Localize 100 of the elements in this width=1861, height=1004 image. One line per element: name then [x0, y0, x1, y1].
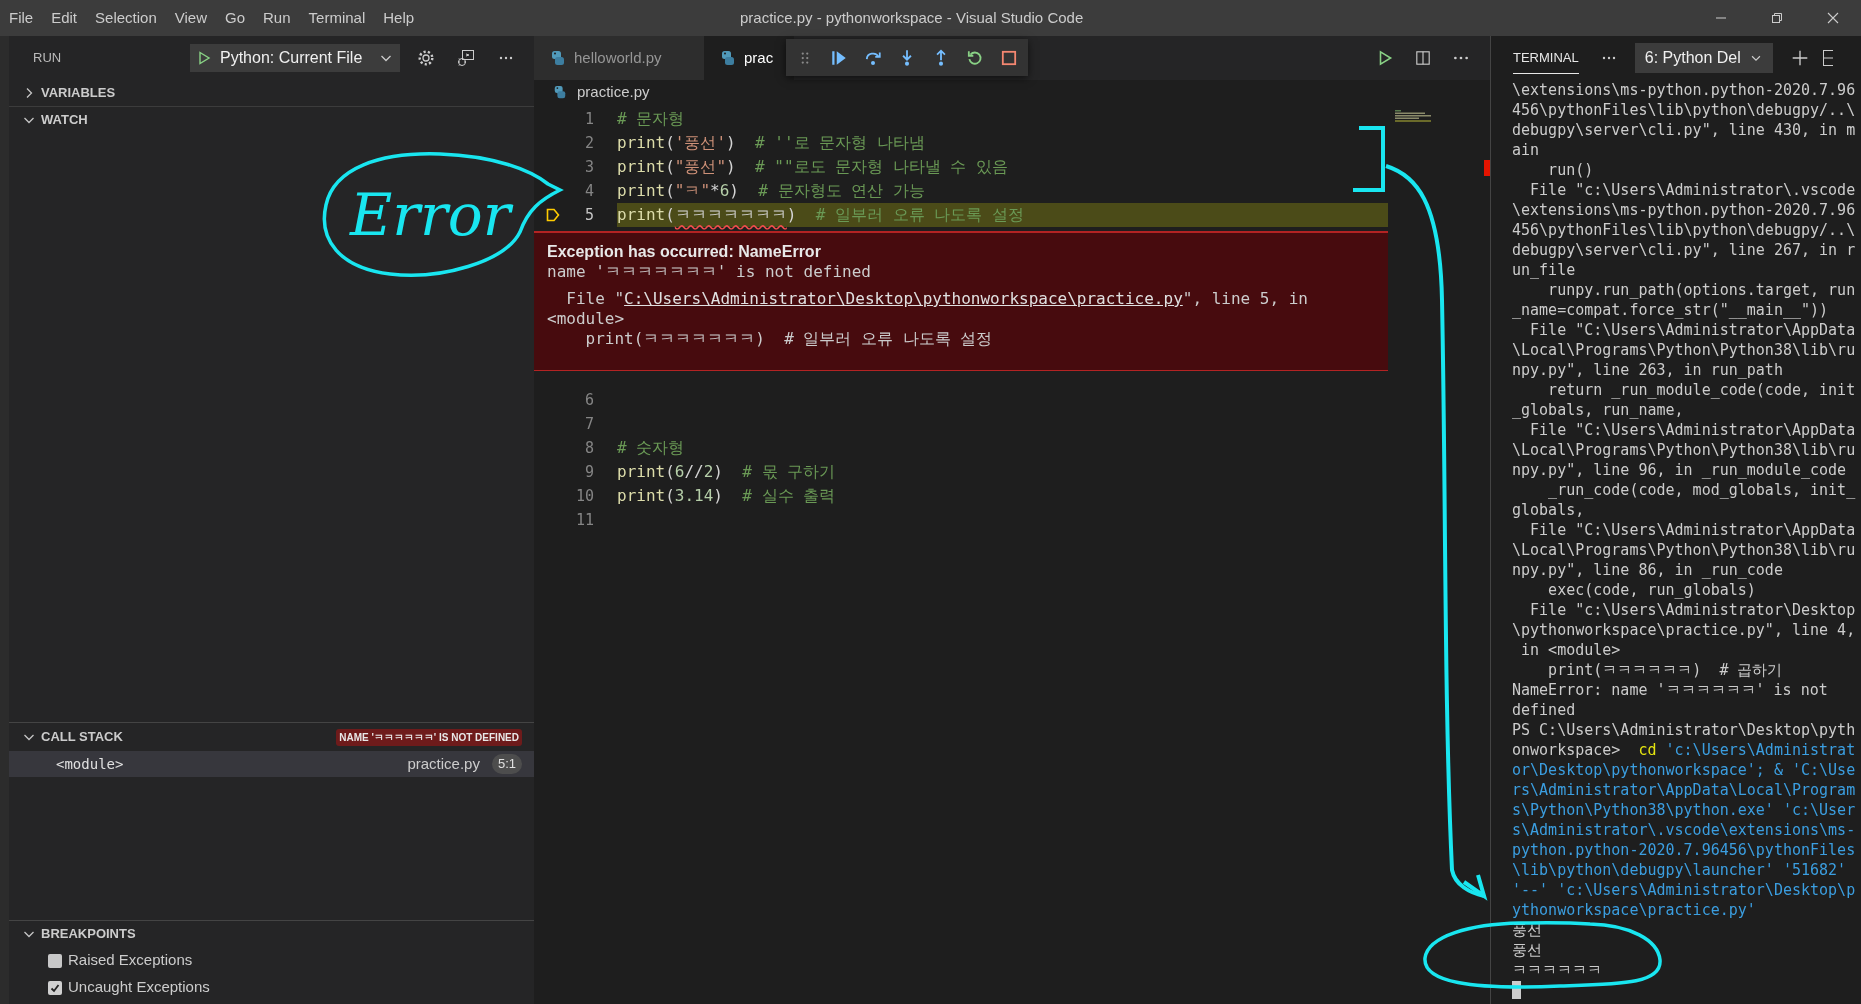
code-line: print('풍선') # ''로 문자형 나타냄 — [617, 132, 926, 154]
code-line: # 숫자형 — [617, 437, 686, 459]
window-title: practice.py - pythonworkspace - Visual Studio Code — [740, 8, 1084, 28]
section-header[interactable]: WATCH — [9, 107, 534, 133]
terminal-line: npy.py", line 263, in run_path — [1512, 360, 1784, 380]
line-number: 5 — [584, 204, 594, 226]
restore-icon[interactable] — [1769, 10, 1785, 26]
menu-item[interactable]: Terminal — [299, 0, 375, 36]
section-header[interactable]: BREAKPOINTS — [9, 921, 534, 947]
section-header[interactable]: CALL STACK NAME 'ㅋㅋㅋㅋㅋㅋ' IS NOT DEFINED — [9, 723, 534, 751]
exception-title: Exception has occurred: NameError — [547, 242, 822, 262]
play-icon[interactable] — [196, 50, 212, 66]
line-number: 1 — [584, 108, 594, 130]
terminal-line: ㅋㅋㅋㅋㅋㅋ — [1512, 960, 1603, 980]
terminal-line: 풍선 — [1512, 920, 1543, 940]
terminal-line: s\Python\Python38\python.exe' 'c:\User — [1512, 800, 1857, 820]
terminal-line: NameError: name 'ㅋㅋㅋㅋㅋㅋ' is not — [1512, 680, 1829, 700]
terminal-line: File "c:\Users\Administrator\Desktop — [1529, 600, 1857, 620]
error-marker — [1484, 160, 1490, 176]
terminal-line: defined — [1512, 700, 1577, 720]
continue-icon[interactable] — [830, 48, 848, 67]
terminal-line: '--' 'c:\Users\Administrator\Desktop\p — [1512, 880, 1857, 900]
line-number: 4 — [584, 180, 594, 202]
stack-trace-line: print(ㅋㅋㅋㅋㅋㅋㅋ) # 일부러 오류 나도록 설정 — [584, 329, 994, 349]
checkbox-label: Uncaught Exceptions — [68, 977, 210, 998]
terminal-line: \extensions\ms-python.python-2020.7.96 — [1512, 80, 1857, 100]
file-link[interactable]: C:\Users\Administrator\Desktop\pythonworkspace\practice.py — [624, 289, 1183, 308]
terminal-line: un_file — [1512, 260, 1577, 280]
terminal-line: \pythonworkspace\practice.py", line 4, — [1512, 620, 1857, 640]
line-number: 10 — [575, 485, 594, 507]
split-editor-icon[interactable] — [1414, 49, 1432, 67]
debug-console-icon[interactable] — [456, 48, 476, 68]
position-badge: 5:1 — [491, 754, 522, 774]
current-line-icon[interactable] — [545, 207, 561, 223]
line-number: 3 — [584, 156, 594, 178]
terminal-line: 456\pythonFiles\lib\python\debugpy/..\ — [1512, 220, 1857, 240]
plus-icon[interactable] — [1790, 49, 1809, 67]
menu-item[interactable]: Go — [216, 0, 254, 36]
editor-tab[interactable]: helloworld.py — [534, 36, 704, 80]
terminal-tab[interactable]: TERMINAL — [1513, 42, 1579, 74]
terminal-line: 456\pythonFiles\lib\python\debugpy/..\ — [1512, 100, 1857, 120]
terminal-line: python.python-2020.7.96456\pythonFiles — [1512, 840, 1857, 860]
editor-tab[interactable]: prac — [704, 36, 794, 80]
python-file-icon[interactable] — [720, 50, 736, 66]
stack-trace-line: File "C:\Users\Administrator\Desktop\pythonworkspace\practice.py", line 5, in — [565, 289, 1309, 309]
error-badge: NAME 'ㅋㅋㅋㅋㅋㅋ' IS NOT DEFINED — [336, 728, 522, 746]
terminal-line: globals, — [1512, 500, 1586, 520]
menu-item[interactable]: View — [165, 0, 216, 36]
stack-trace-line: <module> — [547, 309, 626, 329]
code-line: # 문자형 — [617, 108, 686, 130]
terminal-line: ain — [1512, 140, 1541, 160]
terminal-line: debugpy\server\cli.py", line 267, in r — [1512, 240, 1857, 260]
frame-file: practice.py — [407, 753, 480, 774]
checkbox[interactable] — [48, 980, 62, 995]
terminal-line: \extensions\ms-python.python-2020.7.96 — [1512, 200, 1857, 220]
line-number: 8 — [584, 437, 594, 459]
terminal-dropdown[interactable]: 6: Python Del — [1634, 43, 1773, 73]
restart-icon[interactable] — [966, 48, 984, 67]
configuration-dropdown[interactable]: Python: Current File — [190, 44, 400, 72]
close-icon[interactable] — [1825, 10, 1841, 26]
menu-item[interactable]: Selection — [86, 0, 166, 36]
stop-icon[interactable] — [1000, 48, 1018, 67]
menu-item[interactable]: Run — [254, 0, 300, 36]
breadcrumb[interactable]: practice.py — [577, 80, 650, 104]
code-line: print("풍선") # ""로도 문자형 나타낼 수 있음 — [617, 156, 1010, 178]
terminal-line: _globals, run_name, — [1512, 400, 1685, 420]
settings-icon[interactable] — [417, 49, 435, 67]
terminal-line: in <module> — [1520, 640, 1622, 660]
split-terminal-icon[interactable] — [1820, 49, 1833, 67]
terminal-line: run() — [1547, 160, 1595, 180]
terminal-line: File "C:\Users\Administrator\AppData — [1529, 520, 1857, 540]
line-number: 9 — [584, 461, 594, 483]
terminal-line: _name=compat.force_str("__main__")) — [1512, 300, 1830, 320]
terminal-line: PS C:\Users\Administrator\Desktop\pyth — [1512, 720, 1857, 740]
checkbox-label: Raised Exceptions — [68, 950, 193, 971]
terminal-line: \Local\Programs\Python\Python38\lib\ru — [1512, 440, 1857, 460]
terminal-line: or\Desktop\pythonworkspace'; & 'C:\Use — [1512, 760, 1857, 780]
menu-item[interactable]: File — [0, 0, 43, 36]
menu-item[interactable]: Help — [374, 0, 424, 36]
terminal-line: rs\Administrator\AppData\Local\Program — [1512, 780, 1857, 800]
terminal-line: return _run_module_code(code, init — [1547, 380, 1857, 400]
section-header[interactable]: VARIABLES — [9, 80, 534, 106]
stack-frame[interactable]: <module> practice.py 5:1 — [9, 751, 534, 777]
line-number: 6 — [584, 389, 594, 411]
terminal-line: debugpy\server\cli.py", line 430, in m — [1512, 120, 1857, 140]
line-number: 11 — [575, 509, 594, 531]
code-line: print(3.14) # 실수 출력 — [617, 485, 837, 507]
python-file-icon[interactable] — [550, 50, 566, 66]
python-file-icon[interactable] — [553, 85, 567, 99]
terminal-line: npy.py", line 96, in _run_module_code — [1512, 460, 1848, 480]
menu-item[interactable]: Edit — [42, 0, 87, 36]
line-number: 2 — [584, 132, 594, 154]
terminal-line: s\Administrator\.vscode\extensions\ms- — [1512, 820, 1857, 840]
checkbox[interactable] — [48, 953, 62, 968]
code-line: print(6//2) # 몫 구하기 — [617, 461, 837, 483]
terminal-line: npy.py", line 86, in _run_code — [1512, 560, 1784, 580]
terminal-line: \Local\Programs\Python\Python38\lib\ru — [1512, 340, 1857, 360]
terminal-line: \Local\Programs\Python\Python38\lib\ru — [1512, 540, 1857, 560]
minimap — [1395, 110, 1431, 122]
exception-message: name 'ㅋㅋㅋㅋㅋㅋㅋ' is not defined — [547, 262, 872, 282]
